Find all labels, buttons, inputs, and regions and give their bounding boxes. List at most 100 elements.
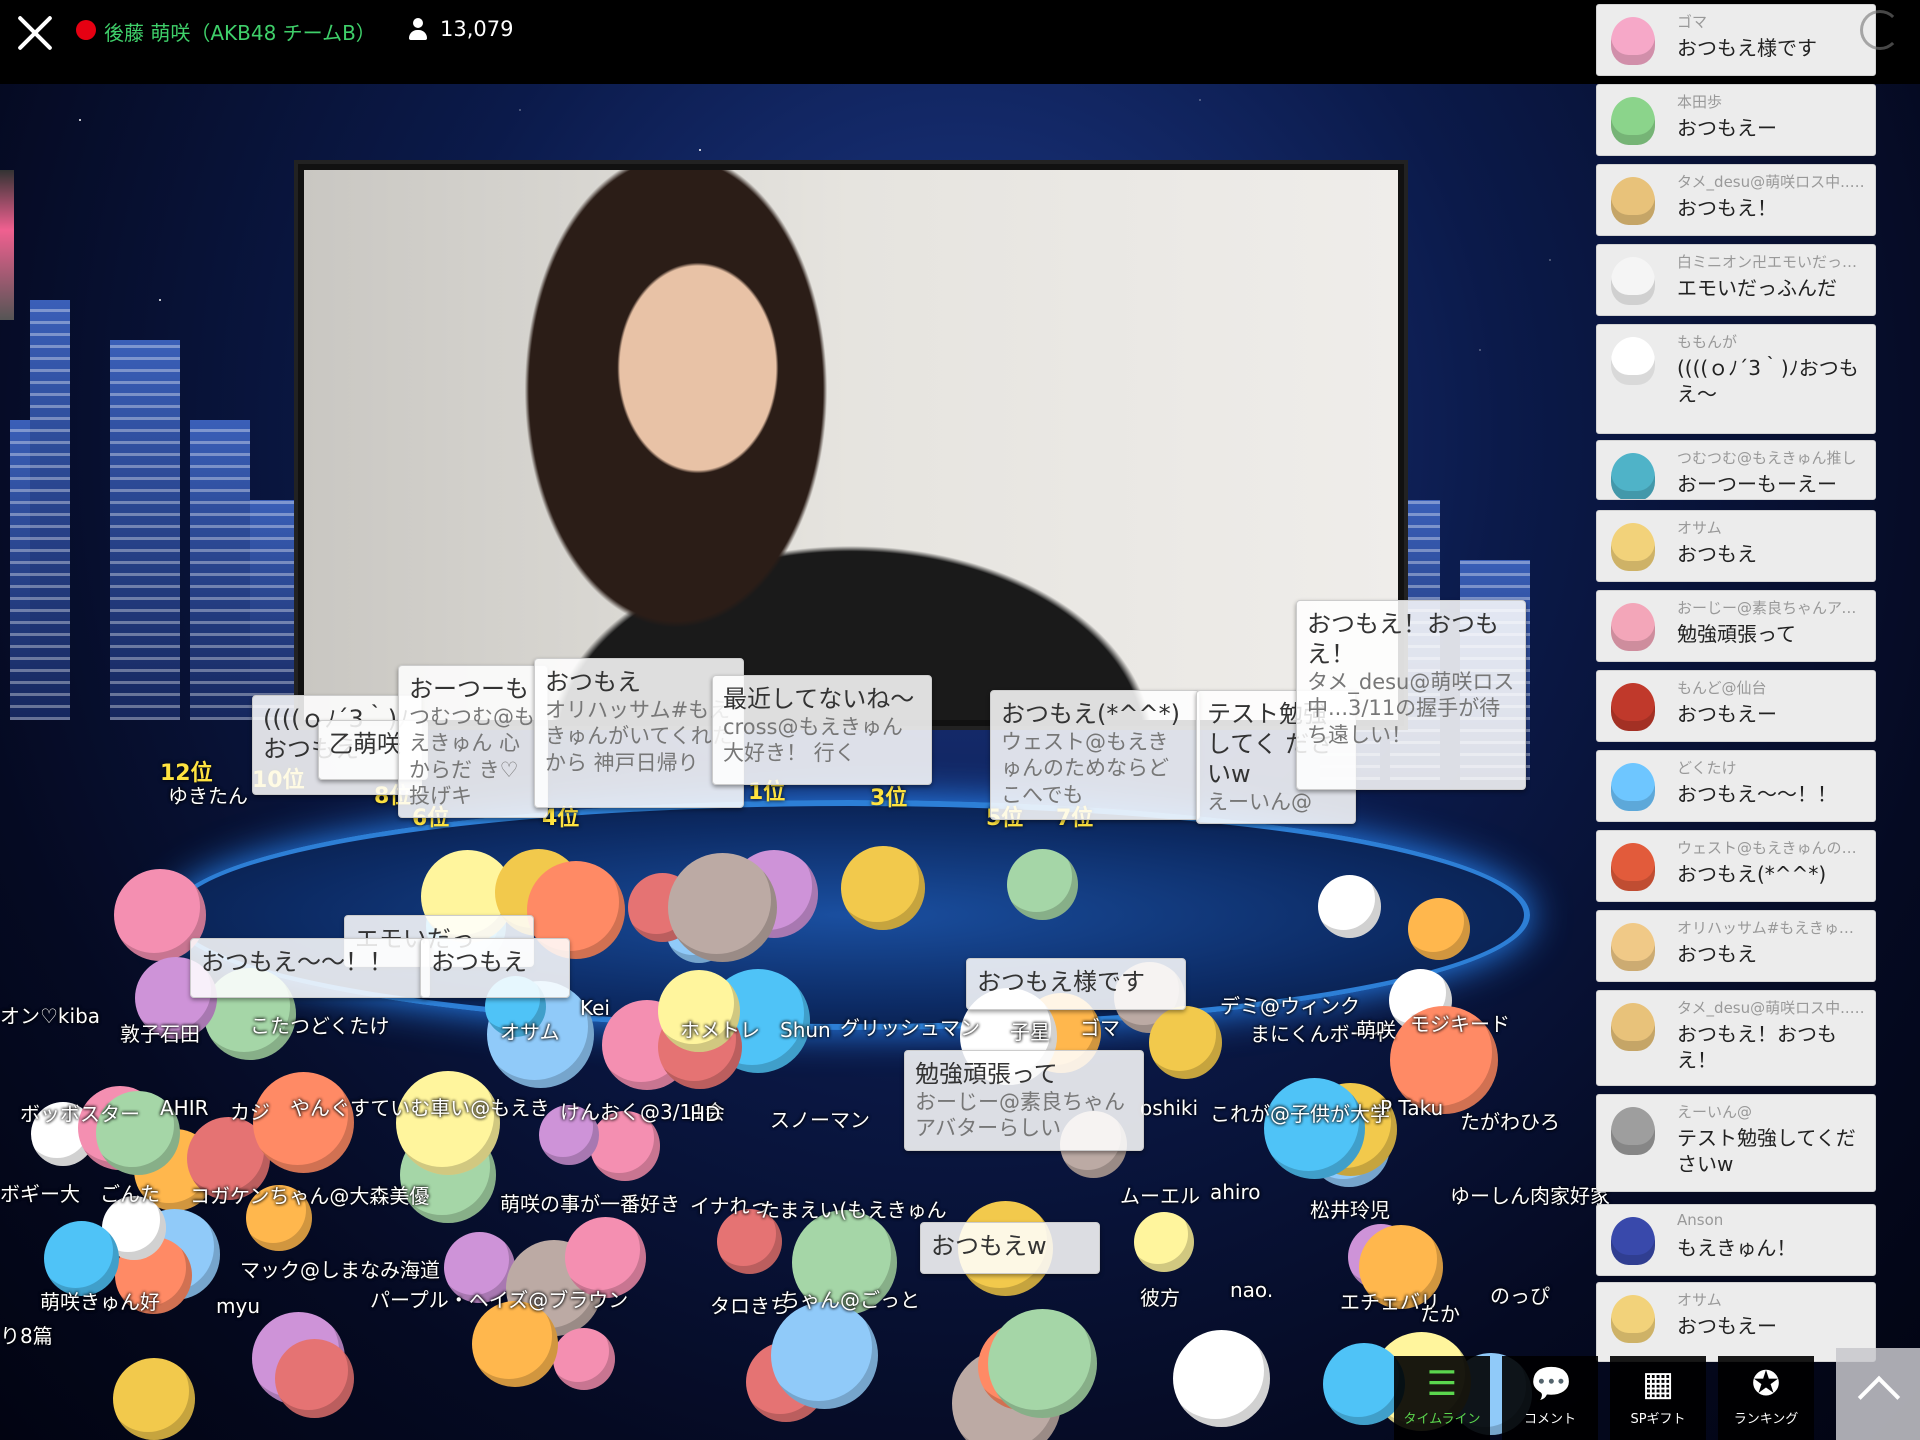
rank-badge: 12位 <box>160 761 213 786</box>
avatar-pink-girl-icon[interactable] <box>1611 17 1655 65</box>
tab-spgift-label: SPギフト <box>1630 1412 1686 1427</box>
timeline-username[interactable]: どくたけ <box>1677 757 1867 778</box>
audience-avatar-icon[interactable] <box>1408 898 1470 960</box>
avatar-grey-cat-icon[interactable] <box>1611 1107 1655 1155</box>
floating-comment-text: おつもえ様です <box>977 968 1145 996</box>
audience-avatar-icon[interactable] <box>841 846 925 930</box>
timeline-username[interactable]: もんど@仙台 <box>1677 677 1867 698</box>
audience-name: たまえい(もえきゅん <box>760 1198 947 1222</box>
audience-avatar-icon[interactable] <box>1134 1212 1194 1272</box>
timeline-message[interactable]: ゴマ おつもえ様です <box>1596 4 1876 76</box>
floating-comment: おつもえ <box>420 938 570 998</box>
audience-avatar-icon[interactable] <box>396 1071 500 1175</box>
timeline-message[interactable]: オサム おつもえー <box>1596 1282 1876 1362</box>
avatar-hat-boy-icon[interactable] <box>1611 1003 1655 1051</box>
avatar-cat-boy-icon[interactable] <box>1611 923 1655 971</box>
timeline-message[interactable]: オサム おつもえ <box>1596 510 1876 582</box>
floating-comment: 最近してないね～ cross@もえきゅん大好き！ 行く <box>712 675 932 785</box>
audience-avatar-icon[interactable] <box>1264 1078 1365 1179</box>
timeline-message[interactable]: つむつむ@もえきゅん推し おーつーもーえー <box>1596 440 1876 500</box>
timeline-username[interactable]: ウェスト@もえきゅんのためなら <box>1677 837 1867 858</box>
timeline-username[interactable]: タメ_desu@萌咲ロス中...3/11の握手 <box>1677 997 1867 1018</box>
timeline-message[interactable]: タメ_desu@萌咲ロス中...3/11の握手おつもえ！ <box>1596 164 1876 236</box>
timeline-username[interactable]: オサム <box>1677 1289 1867 1310</box>
avatar-boy-green-icon[interactable] <box>1611 97 1655 145</box>
audience-avatar-icon[interactable] <box>1173 1330 1270 1427</box>
audience-avatar-icon[interactable] <box>44 1221 119 1296</box>
timeline-message[interactable]: おーじー@素良ちゃんアバター 勉強頑張って <box>1596 590 1876 662</box>
audience-avatar-icon[interactable] <box>1323 1343 1405 1425</box>
gift-list-icon: ▦ <box>1641 1364 1675 1404</box>
timeline-text: おつもえ様です <box>1677 36 1817 60</box>
timeline-username[interactable]: 白ミニオン卍エモいだっふんだ <box>1677 251 1867 272</box>
audience-avatar-icon[interactable] <box>553 1328 615 1390</box>
tab-spgift[interactable]: ▦ SPギフト <box>1610 1356 1706 1440</box>
timeline-message[interactable]: Anson もえきゅん！ <box>1596 1204 1876 1276</box>
streamer-name[interactable]: 後藤 萌咲（AKB48 チームB） <box>104 17 376 46</box>
scroll-to-top-button[interactable] <box>1836 1348 1920 1440</box>
timeline-message[interactable]: えーいん@ テスト勉強してくださいw <box>1596 1094 1876 1192</box>
avatar-white-cat-icon[interactable] <box>1611 337 1655 385</box>
timeline-username[interactable]: ももんが <box>1677 331 1867 352</box>
audience-name: ちゃん@ごっと <box>780 1288 920 1312</box>
audience-avatar-icon[interactable] <box>668 853 777 962</box>
audience-name: カジ <box>230 1100 270 1124</box>
timeline-username[interactable]: おーじー@素良ちゃんアバター <box>1677 597 1867 618</box>
avatar-pink-hair-icon[interactable] <box>1611 603 1655 651</box>
timeline-message[interactable]: 本田歩 おつもえー <box>1596 84 1876 156</box>
audience-name: モジキード <box>1410 1012 1510 1036</box>
video-player[interactable] <box>294 160 1408 730</box>
timeline-username[interactable]: ゴマ <box>1677 11 1867 32</box>
live-video-feed[interactable] <box>304 170 1398 720</box>
avatar-daruma-icon[interactable] <box>1611 843 1655 891</box>
audience-avatar-icon[interactable] <box>988 1309 1097 1418</box>
timeline-message[interactable]: ももんが ((((ｏﾉ´3｀)ﾉおつもえ～ <box>1596 324 1876 434</box>
avatar-hat-boy-icon[interactable] <box>1611 177 1655 225</box>
timeline-message[interactable]: 白ミニオン卍エモいだっふんだ エモいだっふんだ <box>1596 244 1876 316</box>
audience-avatar-icon[interactable] <box>1007 849 1078 920</box>
audience-name: nao. <box>1230 1278 1274 1302</box>
floating-comment-text: おつもえ <box>431 948 527 976</box>
timeline-message[interactable]: ウェスト@もえきゅんのためならおつもえ(*^^*) <box>1596 830 1876 902</box>
avatar-blonde-cat-icon[interactable] <box>1611 523 1655 571</box>
audience-name: スノーマン <box>770 1108 870 1132</box>
audience-avatar-icon[interactable] <box>275 1339 354 1418</box>
timeline-text: おつもえ <box>1677 942 1757 966</box>
timeline-username[interactable]: タメ_desu@萌咲ロス中...3/11の握手 <box>1677 171 1867 192</box>
timeline-text: テスト勉強してくださいw <box>1677 1126 1856 1176</box>
tab-timeline-label: タイムライン <box>1403 1412 1481 1427</box>
floating-comment-text: おつもえ(*^^*) <box>1001 700 1180 728</box>
timeline-message[interactable]: どくたけ おつもえ～～！！ <box>1596 750 1876 822</box>
timeline-icon: ☰ <box>1426 1364 1458 1404</box>
timeline-username[interactable]: オサム <box>1677 517 1867 538</box>
timeline-text: おつもえ(*^^*) <box>1677 862 1827 886</box>
avatar-kimono-icon[interactable] <box>1611 683 1655 731</box>
avatar-white-bear-icon[interactable] <box>1611 257 1655 305</box>
tab-timeline[interactable]: ☰ タイムライン <box>1394 1356 1490 1440</box>
audience-avatar-icon[interactable] <box>472 1301 558 1387</box>
timeline-message[interactable]: オリハッサム#もえきゅんがいておつもえ <box>1596 910 1876 982</box>
audience-avatar-icon[interactable] <box>1149 1006 1222 1079</box>
timeline-message[interactable]: もんど@仙台 おつもえー <box>1596 670 1876 742</box>
close-icon[interactable] <box>14 12 56 54</box>
timeline-message[interactable]: タメ_desu@萌咲ロス中...3/11の握手おつもえ！おつもえ！ <box>1596 990 1876 1086</box>
timeline-username[interactable]: 本田歩 <box>1677 91 1867 112</box>
timeline-username[interactable]: Anson <box>1677 1211 1867 1229</box>
tab-comment[interactable]: 💬 コメント <box>1502 1356 1598 1440</box>
timeline-username[interactable]: えーいん@ <box>1677 1101 1867 1122</box>
avatar-suit-boy-icon[interactable] <box>1611 1217 1655 1265</box>
audience-name: ゴマ <box>1080 1016 1120 1040</box>
side-gift-thumbnail[interactable] <box>0 170 14 320</box>
tab-ranking[interactable]: ✪ ランキング <box>1718 1356 1814 1440</box>
audience-name: マック@しまなみ海道 <box>240 1258 440 1282</box>
audience-avatar-icon[interactable] <box>113 1358 195 1440</box>
audience-avatar-icon[interactable] <box>1318 875 1381 938</box>
audience-name: ゆーしん肉家好家 <box>1450 1184 1610 1208</box>
timeline-username[interactable]: オリハッサム#もえきゅんがいて <box>1677 917 1867 938</box>
avatar-blue-slime-icon[interactable] <box>1611 763 1655 811</box>
audience-name: オン♡kiba <box>0 1004 101 1028</box>
avatar-blonde-cat-icon[interactable] <box>1611 1295 1655 1343</box>
avatar-hangyodon-icon[interactable] <box>1611 453 1655 499</box>
timeline-username[interactable]: つむつむ@もえきゅん推し <box>1677 447 1867 468</box>
refresh-icon[interactable] <box>1860 10 1900 50</box>
